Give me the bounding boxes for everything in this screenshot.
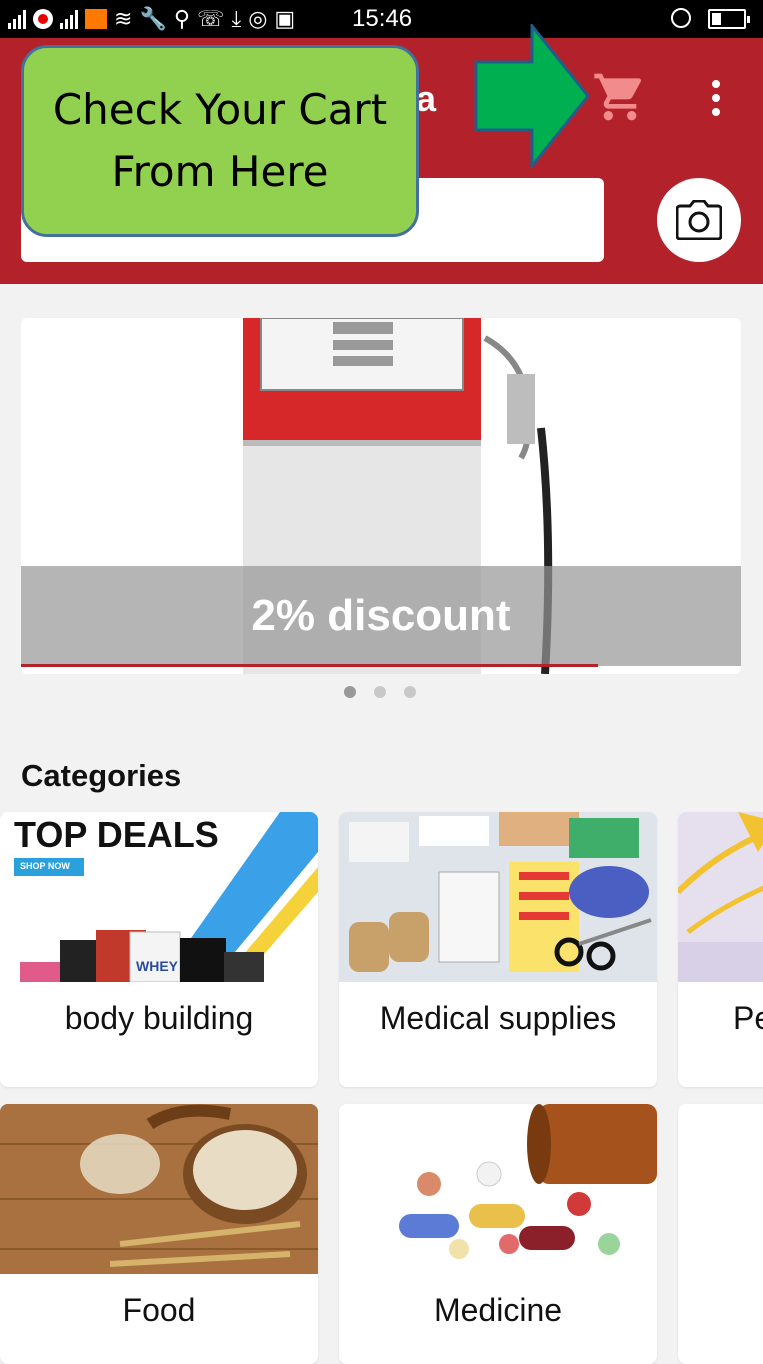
cart-icon [594, 73, 642, 121]
signal-icon-2 [60, 9, 78, 29]
camera-icon [676, 200, 722, 240]
callout-line-1: Check Your Cart [52, 85, 388, 134]
body-building-image: TOP DEALS SHOP NOW WHEY [0, 812, 318, 982]
arrow-right-icon [474, 24, 590, 168]
cart-button[interactable] [588, 66, 652, 128]
category-card-medical-supplies[interactable]: Medical supplies [339, 812, 657, 1087]
promo-banner[interactable]: 2% discount [21, 318, 741, 674]
banner-progress [21, 664, 598, 667]
phone-icon: ☏ [196, 6, 225, 31]
download-icon: ⤓ [231, 6, 242, 31]
battery-icon [708, 9, 750, 29]
banner-caption-bar: 2% discount [21, 566, 741, 666]
app-title: a [416, 78, 437, 119]
keyhole-icon: ⚲ [173, 6, 190, 31]
whatsapp-icon: ◎ [248, 6, 268, 31]
category-label: body building [64, 1000, 254, 1036]
menu-dot [712, 80, 720, 88]
category-label: Medical supplies [379, 1000, 617, 1036]
alarm-icon [671, 8, 691, 28]
vodafone-icon [33, 9, 53, 29]
carousel-dot[interactable] [374, 686, 386, 698]
shop-now-text: SHOP NOW [20, 861, 70, 871]
medical-supplies-image [339, 812, 657, 982]
orange-icon [85, 9, 107, 29]
category-label: Medicine [433, 1292, 563, 1328]
category-card-body-building[interactable]: TOP DEALS SHOP NOW WHEY body building [0, 812, 318, 1087]
categories-heading: Categories [21, 758, 182, 793]
category-label: Food [122, 1292, 196, 1328]
carousel-indicator [344, 686, 416, 698]
category-image-partial [678, 812, 763, 982]
category-card-medicine[interactable]: Medicine [339, 1104, 657, 1364]
status-bar: ≋ 🔧 ⚲ ☏ ⤓ ◎ ▣ 15:46 [0, 0, 763, 38]
category-card-food[interactable]: Food [0, 1104, 318, 1364]
medicine-image [339, 1104, 657, 1274]
category-label: Pe [733, 1000, 763, 1036]
whey-text: WHEY [136, 958, 178, 974]
carousel-dot[interactable] [404, 686, 416, 698]
status-icons: ≋ 🔧 ⚲ ☏ ⤓ ◎ ▣ [8, 4, 295, 34]
banner-caption: 2% discount [251, 591, 511, 640]
overflow-menu-button[interactable] [696, 72, 736, 124]
signal-icon [8, 9, 26, 29]
wifi-icon: ≋ [114, 6, 133, 31]
food-image [0, 1104, 318, 1274]
category-card-partial[interactable]: Pe [678, 812, 763, 1087]
top-deals-text: TOP DEALS [14, 814, 219, 855]
menu-dot [712, 94, 720, 102]
category-card-partial-2[interactable] [678, 1104, 763, 1364]
status-time: 15:46 [352, 5, 413, 32]
image-download-icon: ▣ [274, 6, 296, 31]
cart-callout: Check Your Cart From Here [21, 45, 419, 237]
wrench-icon: 🔧 [139, 6, 167, 31]
carousel-dot[interactable] [344, 686, 356, 698]
camera-search-button[interactable] [657, 178, 741, 262]
menu-dot [712, 108, 720, 116]
callout-line-2: From Here [111, 147, 329, 196]
